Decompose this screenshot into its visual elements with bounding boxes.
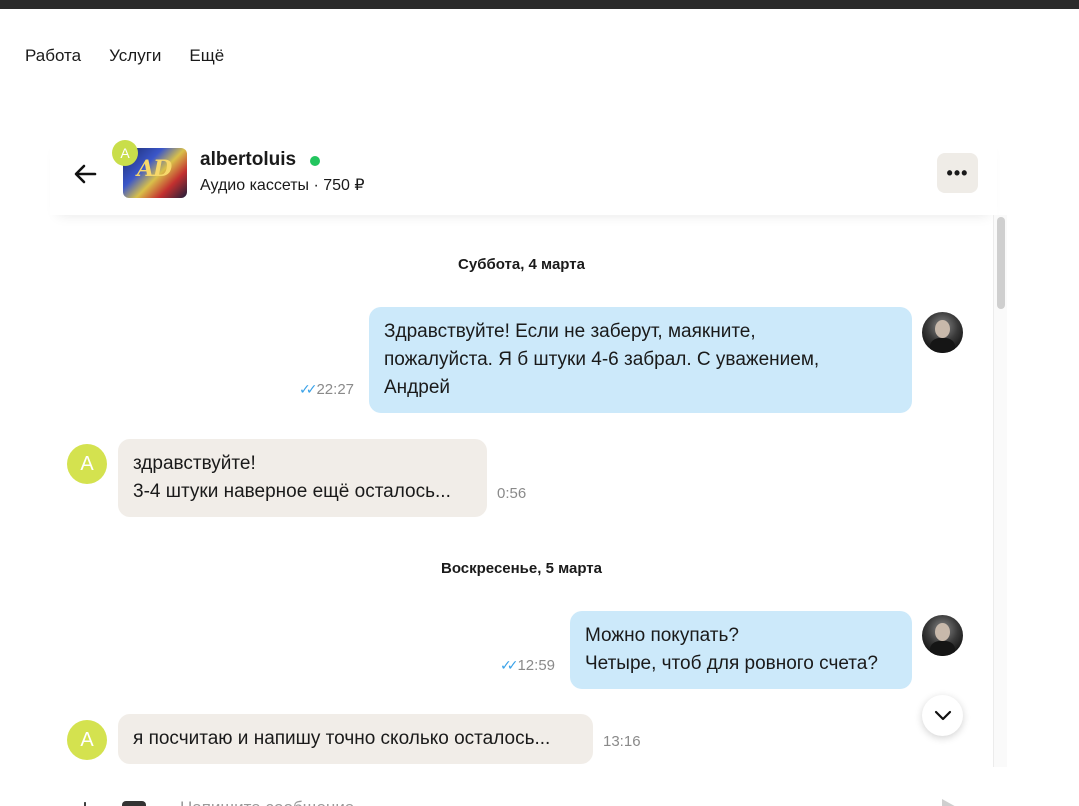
browser-top-bar <box>0 0 1079 9</box>
day-separator: Воскресенье, 5 марта <box>440 560 602 577</box>
listing-title-price[interactable]: Аудио кассеты · 750 ₽ <box>200 175 365 195</box>
message-line: пожалуйста. Я б штуки 4-6 забрал. С уваж… <box>384 349 820 370</box>
more-options-button[interactable]: ••• <box>937 153 978 193</box>
message-time: ✓✓ 12:59 <box>500 657 556 674</box>
message-list[interactable]: Суббота, 4 марта ✓✓ 22:27 Здравствуйте! Е… <box>50 215 993 767</box>
thumbnail-text: AD <box>137 156 172 182</box>
message-time: 0:56 <box>497 485 527 502</box>
nav-item-services[interactable]: Услуги <box>109 46 161 66</box>
seller-avatar: A <box>67 444 107 484</box>
message-line: Можно покупать? <box>585 625 739 646</box>
nav-item-more[interactable]: Ещё <box>189 46 224 66</box>
message-time: 13:16 <box>603 733 641 750</box>
message-line: Четыре, чтоб для ровного счета? <box>585 653 878 674</box>
send-icon[interactable] <box>942 799 960 806</box>
scrollbar-thumb[interactable] <box>997 217 1005 309</box>
seller-name[interactable]: albertoluis <box>200 149 296 171</box>
message-line: 3-4 штуки наверное ещё осталось... <box>133 481 451 502</box>
user-avatar <box>922 615 963 656</box>
seller-avatar: A <box>67 720 107 760</box>
message-composer: + <box>50 767 1007 806</box>
message-bubble-outgoing[interactable]: Здравствуйте! Если не заберут, маякните,… <box>369 307 912 413</box>
message-bubble-incoming[interactable]: здравствуйте! 3-4 штуки наверное ещё ост… <box>118 439 487 517</box>
message-bubble-incoming[interactable]: я посчитаю и напишу точно сколько остало… <box>118 714 593 764</box>
message-line: здравствуйте! <box>133 453 256 474</box>
read-ticks-icon: ✓✓ <box>299 381 318 397</box>
message-line: Андрей <box>384 377 450 398</box>
scroll-to-bottom-button[interactable] <box>922 695 963 736</box>
message-input[interactable] <box>180 795 880 806</box>
nav-item-work[interactable]: Работа <box>25 46 81 66</box>
top-nav: Работа Услуги Ещё <box>25 46 224 66</box>
seller-avatar: A <box>112 140 138 166</box>
message-time: ✓✓ 22:27 <box>299 381 355 398</box>
chat-header: AD A albertoluis Аудио кассеты · 750 ₽ •… <box>50 135 997 215</box>
day-separator: Суббота, 4 марта <box>458 256 585 273</box>
message-line: Здравствуйте! Если не заберут, маякните, <box>384 321 756 342</box>
camera-icon[interactable] <box>122 801 146 806</box>
message-bubble-outgoing[interactable]: Можно покупать? Четыре, чтоб для ровного… <box>570 611 912 689</box>
back-arrow-icon[interactable] <box>70 159 100 189</box>
chevron-down-icon <box>934 710 951 720</box>
user-avatar <box>922 312 963 353</box>
read-ticks-icon: ✓✓ <box>500 657 519 673</box>
message-line: я посчитаю и напишу точно сколько остало… <box>133 728 551 749</box>
attach-plus-icon[interactable]: + <box>78 795 92 806</box>
online-status-dot <box>310 156 320 166</box>
